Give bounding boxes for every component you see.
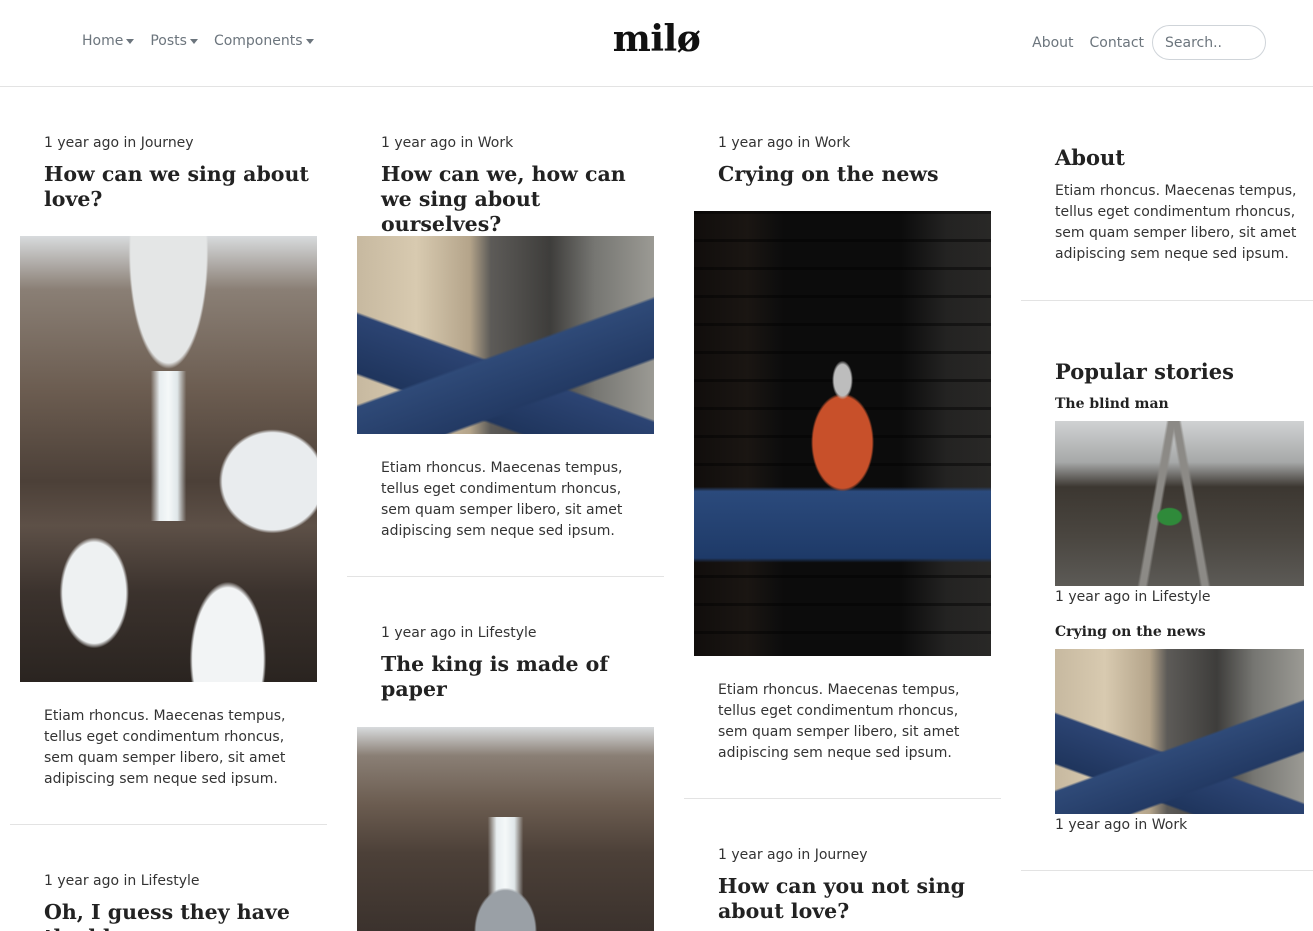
sidebar-divider [1021, 870, 1313, 871]
nav-posts-label: Posts [150, 33, 187, 49]
post-meta: 1 year ago in Journey [44, 135, 194, 151]
post-title[interactable]: Oh, I guess they have the blues [44, 900, 314, 931]
search-input[interactable] [1152, 25, 1266, 60]
nav-components-label: Components [213, 33, 303, 49]
nav-about-link[interactable]: About [1032, 35, 1073, 51]
popular-story-image-tracks[interactable] [1055, 421, 1304, 586]
post-meta: 1 year ago in Work [718, 135, 851, 151]
nav-home-label: Home [82, 33, 124, 49]
post-image-stairs[interactable] [694, 211, 991, 656]
post-meta: 1 year ago in Lifestyle [44, 873, 200, 889]
post-title[interactable]: Crying on the news [718, 162, 988, 187]
post-title[interactable]: How can we sing about love? [44, 162, 314, 212]
brand-logo[interactable]: milø [613, 18, 701, 60]
post-image-waterfall[interactable] [20, 236, 317, 682]
post-meta: 1 year ago in Journey [718, 847, 868, 863]
caret-down-icon [189, 39, 198, 44]
post-excerpt: Etiam rhoncus. Maecenas tempus, tellus e… [381, 460, 623, 539]
nav-contact-link[interactable]: Contact [1090, 35, 1144, 51]
nav-home-dropdown[interactable]: Home [82, 33, 135, 49]
popular-story-title[interactable]: Crying on the news [1055, 624, 1206, 640]
popular-story-meta: 1 year ago in Lifestyle [1055, 589, 1211, 605]
popular-story-image-rooftop[interactable] [1055, 649, 1304, 814]
secondary-nav: About Contact [1032, 25, 1266, 60]
post-excerpt: Etiam rhoncus. Maecenas tempus, tellus e… [44, 708, 286, 787]
post-excerpt: Etiam rhoncus. Maecenas tempus, tellus e… [718, 682, 960, 761]
post-meta: 1 year ago in Work [381, 135, 514, 151]
post-title[interactable]: How can we, how can we sing about oursel… [381, 162, 651, 237]
about-heading: About [1055, 145, 1125, 170]
nav-posts-dropdown[interactable]: Posts [150, 33, 198, 49]
nav-components-dropdown[interactable]: Components [214, 33, 314, 49]
post-meta: 1 year ago in Lifestyle [381, 625, 537, 641]
post-divider [684, 798, 1001, 799]
sidebar-divider [1021, 300, 1313, 301]
top-navbar: Home Posts Components milø About Contact [0, 0, 1313, 87]
caret-down-icon [126, 39, 135, 44]
caret-down-icon [305, 39, 314, 44]
popular-heading: Popular stories [1055, 359, 1234, 384]
popular-story-title[interactable]: The blind man [1055, 396, 1169, 412]
post-divider [10, 824, 327, 825]
post-divider [347, 576, 664, 577]
primary-nav: Home Posts Components [82, 33, 314, 49]
post-image-rooftop[interactable] [357, 236, 654, 434]
post-title[interactable]: The king is made of paper [381, 652, 651, 702]
post-image-man-waterfall[interactable] [357, 727, 654, 931]
post-title[interactable]: How can you not sing about love? [718, 874, 988, 924]
about-text: Etiam rhoncus. Maecenas tempus, tellus e… [1055, 183, 1297, 262]
popular-story-meta: 1 year ago in Work [1055, 817, 1188, 833]
